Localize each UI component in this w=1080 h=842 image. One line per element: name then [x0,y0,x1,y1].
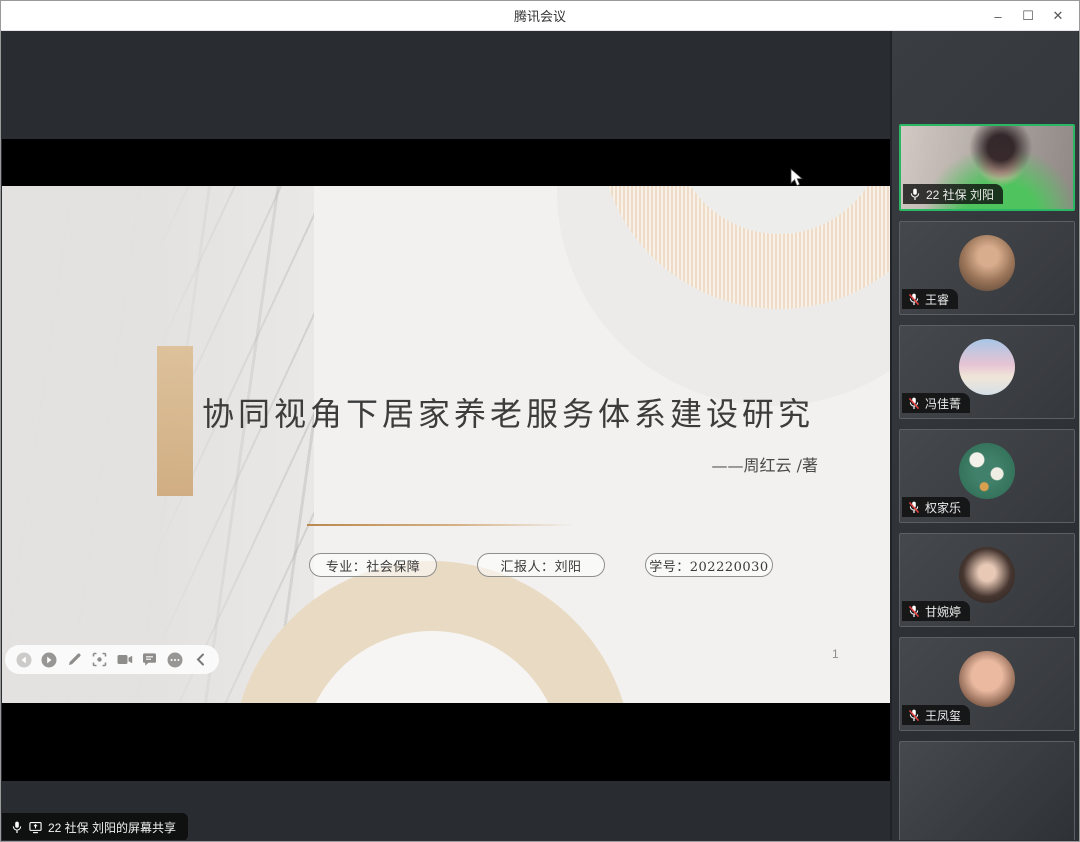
participant-tile-quanjiale[interactable]: 权家乐 [899,429,1075,523]
participant-name: 冯佳菁 [925,396,962,411]
participant-name: 王睿 [925,292,950,307]
next-slide-icon [40,651,57,668]
screen-share-banner: 22 社保 刘阳的屏幕共享 [2,813,189,840]
maximize-button[interactable]: ☐ [1013,1,1043,31]
microphone-icon [10,821,23,834]
participant-name-badge: 冯佳菁 [902,393,971,413]
slide-title: 协同视角下居家养老服务体系建设研究 [201,395,814,433]
minimize-button[interactable]: – [983,1,1013,31]
microphone-muted-icon [907,605,920,618]
participant-tile-ganwanting[interactable]: 甘婉婷 [899,533,1075,627]
pen-icon [66,651,83,668]
slideshow-toolbar [5,645,219,674]
collapse-toolbar-icon [192,651,209,668]
more-icon [167,651,184,668]
mouse-cursor [790,168,804,193]
participant-tile-liuyang[interactable]: 22 社保 刘阳 [899,124,1075,211]
shared-screen-area: 协同视角下居家养老服务体系建设研究 ——周红云 /著 专业：社会保障 汇报人：刘… [2,31,890,840]
gold-divider [307,524,575,526]
close-button[interactable]: ✕ [1043,1,1073,31]
meeting-body: 协同视角下居家养老服务体系建设研究 ——周红云 /著 专业：社会保障 汇报人：刘… [2,31,1078,840]
participant-name-badge: 22 社保 刘阳 [903,184,1004,204]
camera-icon [116,651,133,668]
slide-page-number: 1 [832,647,839,661]
microphone-muted-icon [907,293,920,306]
tencent-meeting-window: 腾讯会议 – ☐ ✕ 协同视角下居家养老服务体系建设研究 ——周红云 /著 专业… [0,0,1080,842]
titlebar: 腾讯会议 – ☐ ✕ [1,1,1079,31]
presenter-badge: 汇报人：刘阳 [477,553,605,577]
letterbox-top [2,139,890,186]
major-badge: 专业：社会保障 [309,553,437,577]
participant-tile-wangfengxi[interactable]: 王凤玺 [899,637,1075,731]
student-id-badge: 学号：202220030 [645,553,773,577]
presentation-slide: 协同视角下居家养老服务体系建设研究 ——周红云 /著 专业：社会保障 汇报人：刘… [2,186,890,703]
avatar [959,547,1015,603]
participant-name: 权家乐 [925,500,962,515]
participant-name-badge: 王睿 [902,289,959,309]
participant-name: 22 社保 刘阳 [926,187,995,202]
share-banner-text: 22 社保 刘阳的屏幕共享 [48,820,177,835]
microphone-icon [908,188,921,201]
participants-sidebar: 22 社保 刘阳 王睿 冯佳菁 权家乐 甘婉婷 王凤玺 [890,31,1078,840]
letterbox-bottom [2,703,890,781]
participant-tile-wangrui[interactable]: 王睿 [899,221,1075,315]
avatar [959,339,1015,395]
participant-name: 王凤玺 [925,708,962,723]
microphone-muted-icon [907,709,920,722]
window-controls: – ☐ ✕ [983,1,1073,31]
avatar [959,235,1015,291]
participant-name-badge: 王凤玺 [902,705,971,725]
participant-tile-fengjiajing[interactable]: 冯佳菁 [899,325,1075,419]
microphone-muted-icon [907,501,920,514]
participant-tile-partial[interactable] [899,741,1075,840]
avatar [959,651,1015,707]
laser-pointer-icon [91,651,108,668]
participant-name: 甘婉婷 [925,604,962,619]
window-title: 腾讯会议 [513,9,566,24]
participant-name-badge: 权家乐 [902,497,971,517]
avatar [959,443,1015,499]
microphone-muted-icon [907,397,920,410]
slide-author: ——周红云 /著 [711,456,818,475]
previous-slide-icon [15,651,32,668]
comments-icon [141,651,158,668]
screen-share-icon [29,821,42,834]
participant-name-badge: 甘婉婷 [902,601,971,621]
